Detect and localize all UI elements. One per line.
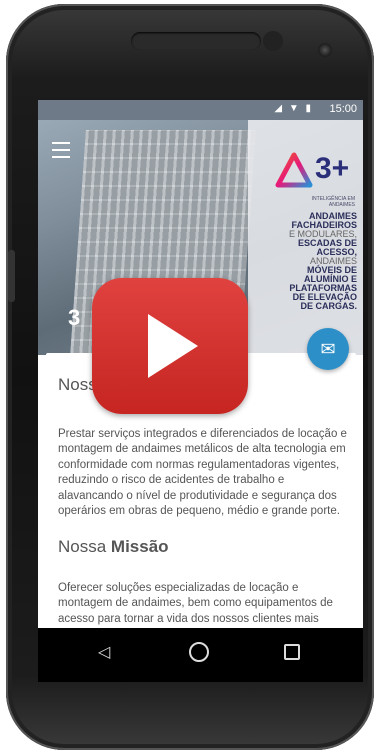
logo-text: 3+ (315, 152, 350, 185)
hero-number: 3 (68, 305, 81, 330)
menu-icon[interactable] (52, 142, 70, 158)
volume-button (8, 250, 15, 302)
video-play-button[interactable] (92, 278, 248, 414)
mission-heading: Nossa Missão (58, 537, 169, 557)
mission-heading-b: Missão (110, 537, 169, 556)
speaker-grille (131, 31, 283, 51)
hero-tagline: ANDAIMES FACHADEIROS E MODULARES, ESCADA… (257, 212, 357, 311)
company-logo: 3+ (275, 152, 355, 192)
play-icon (148, 314, 198, 378)
logo-subtitle: INTELIGÊNCIA EM ANDAIMES (311, 196, 355, 208)
mission-heading-a: Nossa (58, 537, 111, 556)
home-icon[interactable] (189, 642, 209, 662)
logo-triangle-icon (275, 152, 313, 188)
tagline-line: DE CARGAS. (300, 301, 357, 311)
back-icon[interactable]: ◁ (98, 642, 110, 662)
android-nav-bar: ◁ (38, 628, 363, 682)
brand-panel: 3+ INTELIGÊNCIA EM ANDAIMES ANDAIMES FAC… (248, 120, 363, 355)
mail-icon[interactable]: ✉ (307, 328, 349, 370)
status-icons: ◢ ▼ ▮ (274, 103, 313, 114)
status-bar: ◢ ▼ ▮ 15:00 (38, 100, 363, 120)
front-camera (318, 43, 332, 57)
vision-text: Prestar serviços integrados e diferencia… (58, 427, 347, 518)
status-time: 15:00 (329, 103, 357, 115)
recent-apps-icon[interactable] (284, 644, 300, 660)
